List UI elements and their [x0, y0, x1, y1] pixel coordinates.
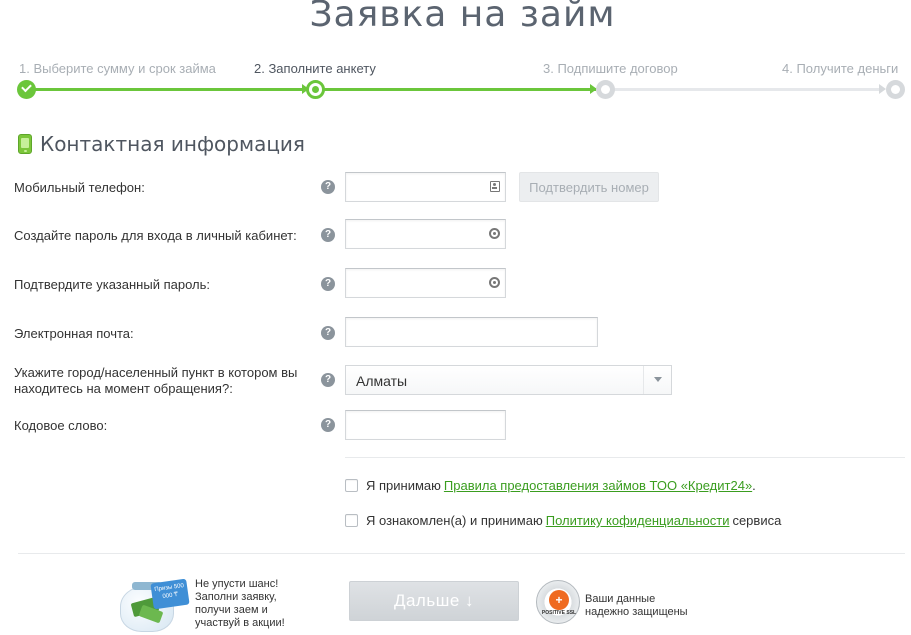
progress-line-2 — [320, 88, 596, 91]
codeword-help-icon[interactable]: ? — [321, 418, 335, 432]
password-help-icon[interactable]: ? — [321, 228, 335, 242]
step-1-check-icon — [17, 80, 36, 99]
phone-label: Мобильный телефон: — [14, 180, 145, 195]
step-4-pending-icon — [886, 80, 905, 99]
city-select-value: Алматы — [356, 373, 408, 389]
password-label: Создайте пароль для входа в личный кабин… — [14, 228, 297, 243]
rules-agreement: Я принимаю Правила предоставления займов… — [345, 478, 756, 493]
ssl-line: надежно защищены — [585, 606, 688, 618]
step-1-label: 1. Выберите сумму и срок займа — [19, 61, 216, 76]
password-confirm-field[interactable] — [345, 268, 506, 298]
rules-checkbox[interactable] — [345, 479, 358, 492]
promo-line: Заполни заявку, — [195, 591, 277, 603]
city-select[interactable]: Алматы — [345, 365, 672, 395]
step-3-label: 3. Подпишите договор — [543, 61, 678, 76]
email-field[interactable] — [345, 317, 598, 347]
privacy-checkbox[interactable] — [345, 514, 358, 527]
email-help-icon[interactable]: ? — [321, 326, 335, 340]
promo-line: получи заем и — [195, 604, 268, 616]
mobile-phone-icon — [18, 134, 32, 154]
progress-line-3 — [610, 88, 882, 91]
money-jar-icon: Призы 500 000 ₸ — [118, 578, 190, 632]
page-title: Заявка на займ — [309, 0, 616, 35]
section-title: Контактная информация — [40, 132, 305, 156]
confirm-number-button[interactable]: Подтвердить номер — [519, 172, 659, 202]
privacy-link[interactable]: Политику кофиденциальности — [546, 513, 730, 528]
progress-arrow-3 — [879, 84, 886, 94]
chevron-down-icon — [654, 377, 662, 382]
form-divider — [345, 457, 905, 458]
email-input[interactable] — [346, 318, 597, 346]
rules-link[interactable]: Правила предоставления займов ТОО «Креди… — [444, 478, 752, 493]
password-confirm-input[interactable] — [346, 269, 505, 297]
ssl-line: Ваши данные — [585, 593, 656, 605]
phone-field[interactable] — [345, 172, 506, 202]
codeword-input[interactable] — [346, 411, 505, 439]
promo-tag: Призы 500 000 ₸ — [150, 578, 190, 610]
next-button[interactable]: Дальше ↓ — [349, 581, 519, 621]
contact-card-icon — [490, 181, 500, 192]
step-2-label: 2. Заполните анкету — [254, 61, 376, 76]
ssl-seal-icon: + POSITIVE SSL — [536, 580, 580, 624]
password-field[interactable] — [345, 219, 506, 249]
city-dropdown-toggle[interactable] — [643, 366, 671, 394]
key-icon[interactable] — [489, 277, 500, 288]
codeword-label: Кодовое слово: — [14, 418, 108, 433]
privacy-agreement: Я ознакомлен(а) и принимаю Политику кофи… — [345, 513, 781, 528]
step-3-pending-icon — [596, 80, 615, 99]
privacy-suffix: сервиса — [732, 513, 782, 528]
email-label: Электронная почта: — [14, 326, 134, 341]
ssl-text: Ваши данные надежно защищены — [585, 593, 695, 619]
password-input[interactable] — [346, 220, 505, 248]
rules-prefix: Я принимаю — [366, 478, 441, 493]
step-4-label: 4. Получите деньги — [782, 61, 899, 76]
rules-suffix: . — [752, 478, 756, 493]
phone-help-icon[interactable]: ? — [321, 180, 335, 194]
ssl-badge-label: POSITIVE SSL — [541, 610, 577, 616]
key-icon[interactable] — [489, 228, 500, 239]
promo-line: участвуй в акции! — [195, 617, 285, 629]
section-heading: Контактная информация — [18, 132, 305, 156]
codeword-field[interactable] — [345, 410, 506, 440]
phone-input[interactable] — [346, 173, 505, 201]
city-label: Укажите город/населенный пункт в котором… — [14, 365, 298, 396]
promo-text: Не упусти шанс! Заполни заявку, получи з… — [195, 578, 305, 630]
city-help-icon[interactable]: ? — [321, 373, 335, 387]
progress-line-1 — [30, 88, 308, 91]
step-2-current-icon — [306, 80, 325, 99]
privacy-prefix: Я ознакомлен(а) и принимаю — [366, 513, 543, 528]
password-confirm-help-icon[interactable]: ? — [321, 277, 335, 291]
password-confirm-label: Подтвердите указанный пароль: — [14, 277, 210, 292]
footer-divider — [18, 553, 905, 554]
promo-line: Не упусти шанс! — [195, 578, 279, 590]
